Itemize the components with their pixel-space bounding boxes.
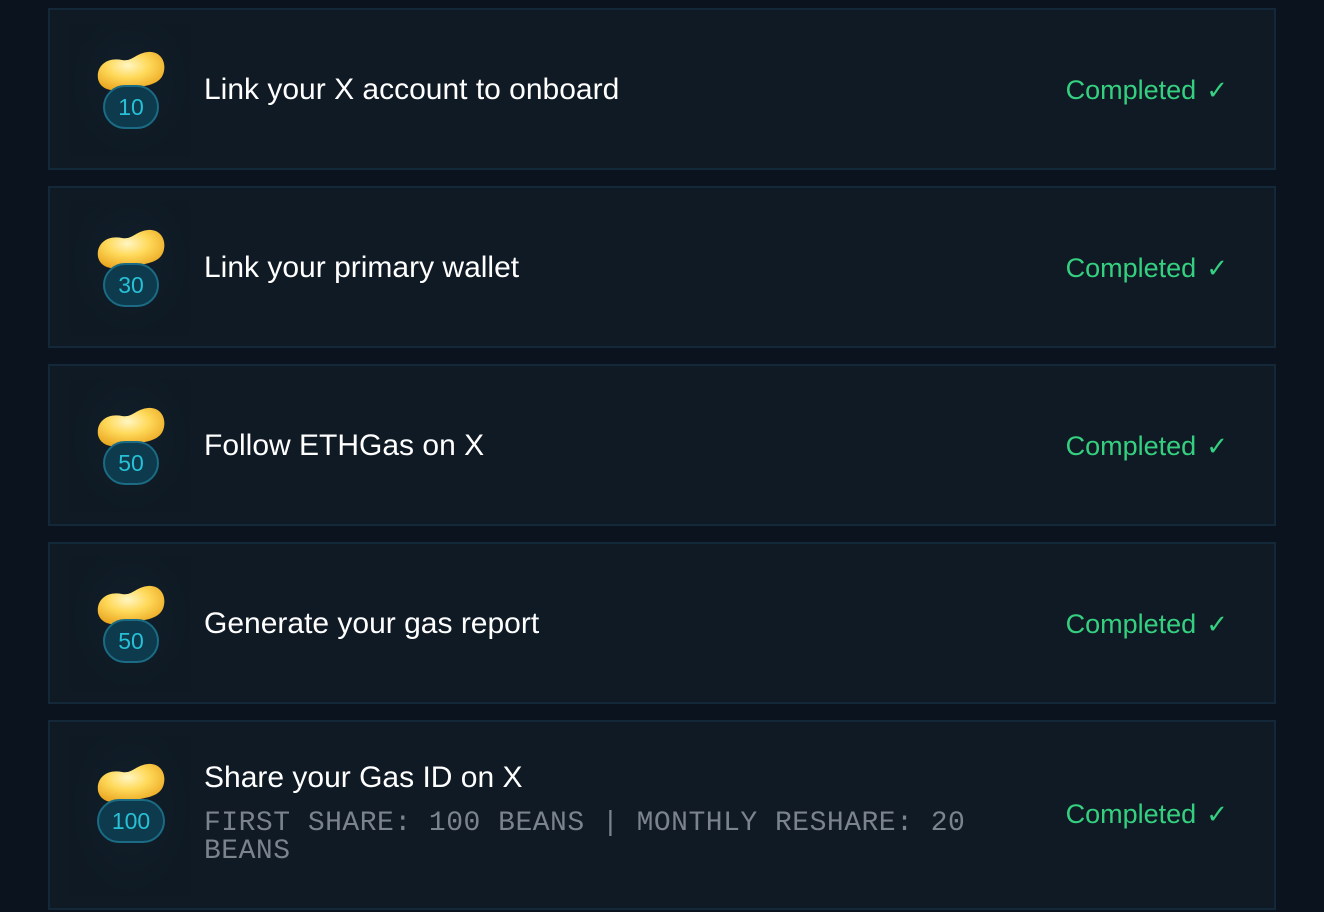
status-completed: Completed ✓ (1066, 606, 1228, 642)
task-card[interactable]: 30 Link your primary wallet Completed ✓ (48, 186, 1276, 348)
task-card[interactable]: 10 Link your X account to onboard Comple… (48, 8, 1276, 170)
status-label: Completed (1065, 799, 1197, 829)
reward-amount-pill: 100 (97, 799, 165, 843)
task-title: Link your X account to onboard (204, 73, 620, 106)
check-icon: ✓ (1206, 75, 1228, 105)
status-label: Completed (1065, 253, 1197, 283)
status-label: Completed (1065, 75, 1197, 105)
reward-badge: 50 (70, 379, 190, 513)
status-completed: Completed ✓ (1066, 428, 1228, 464)
reward-badge: 100 (70, 735, 190, 897)
reward-amount-pill: 30 (103, 263, 159, 307)
status-completed: Completed ✓ (1066, 796, 1228, 832)
task-list: 10 Link your X account to onboard Comple… (48, 8, 1276, 910)
task-title: Follow ETHGas on X (204, 429, 485, 462)
task-card[interactable]: 100 Share your Gas ID on X FIRST SHARE: … (48, 720, 1276, 910)
status-label: Completed (1065, 431, 1197, 461)
reward-badge: 30 (70, 201, 190, 335)
reward-badge: 10 (70, 23, 190, 157)
reward-badge: 50 (70, 557, 190, 691)
status-label: Completed (1065, 609, 1197, 639)
reward-amount-pill: 10 (103, 85, 159, 129)
status-completed: Completed ✓ (1066, 250, 1228, 286)
task-title: Generate your gas report (204, 607, 540, 640)
task-title: Link your primary wallet (204, 251, 520, 284)
reward-amount-pill: 50 (103, 441, 159, 485)
task-subtitle: FIRST SHARE: 100 BEANS | MONTHLY RESHARE… (204, 808, 966, 867)
task-card[interactable]: 50 Follow ETHGas on X Completed ✓ (48, 364, 1276, 526)
task-title: Share your Gas ID on X (204, 761, 523, 794)
task-card[interactable]: 50 Generate your gas report Completed ✓ (48, 542, 1276, 704)
status-completed: Completed ✓ (1066, 72, 1228, 108)
check-icon: ✓ (1206, 799, 1228, 829)
check-icon: ✓ (1206, 431, 1228, 461)
reward-amount-pill: 50 (103, 619, 159, 663)
check-icon: ✓ (1206, 253, 1228, 283)
check-icon: ✓ (1206, 609, 1228, 639)
